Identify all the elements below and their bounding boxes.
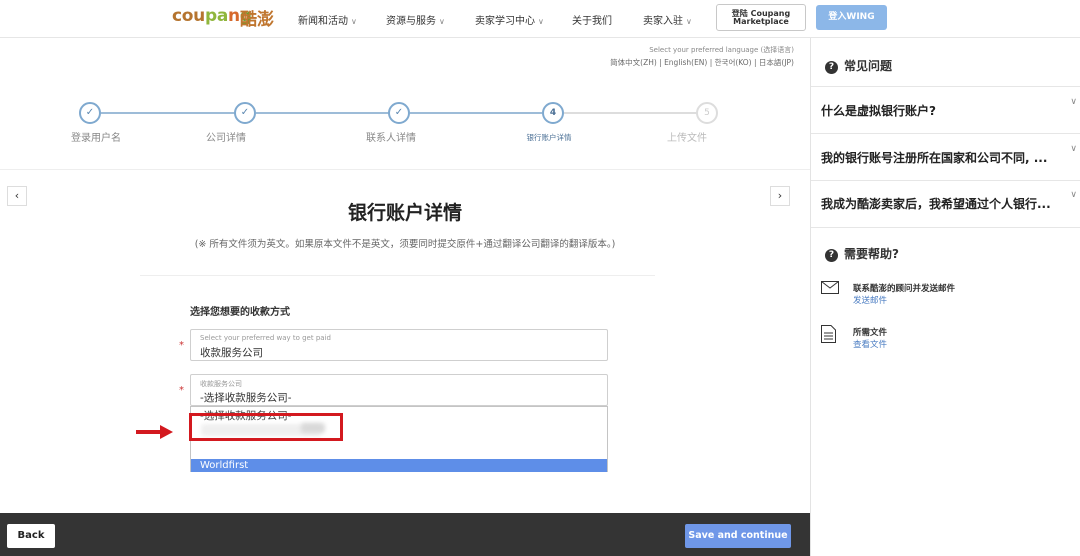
nav-label: 卖家入驻 [643, 16, 683, 27]
step-4-marker: 4 [542, 102, 564, 124]
stepper-line [410, 112, 542, 114]
step-2-label: 公司详情 [206, 133, 246, 144]
help-documents-title: 所需文件 [853, 328, 888, 338]
nav-label: 卖家学习中心 [475, 16, 535, 27]
payment-method-select[interactable]: Select your preferred way to get paid 收款… [190, 329, 608, 361]
faq-question: 我的银行账号注册所在国家和公司不同, ... [821, 151, 1048, 165]
required-marker: * [179, 385, 184, 396]
step-5-label: 上传文件 [667, 133, 707, 144]
field-label: 收款服务公司 [200, 380, 242, 388]
language-links[interactable]: 简体中文(ZH) | English(EN) | 한국어(KO) | 日本語(J… [610, 57, 794, 68]
language-hint: Select your preferred language (选择语言) [649, 46, 794, 54]
step-4-label: 银行账户详情 [526, 133, 572, 142]
faq-question: 什么是虚拟银行账户? [821, 104, 936, 118]
heading-text: 需要帮助? [844, 247, 899, 261]
nav-label: 资源与服务 [386, 16, 436, 27]
section-heading: 选择您想要的收款方式 [190, 307, 290, 318]
nav-news-events[interactable]: 新闻和活动 ∨ [298, 12, 357, 27]
step-1-check-icon: ✓ [79, 102, 101, 124]
divider [0, 169, 810, 170]
step-3-check-icon: ✓ [388, 102, 410, 124]
save-continue-button[interactable]: Save and continue [685, 524, 791, 548]
chevron-down-icon: ∨ [538, 17, 544, 26]
coupang-logo-chinese: 酷澎 [240, 10, 274, 30]
chevron-down-icon: ∨ [439, 17, 445, 26]
chevron-down-icon: ∨ [1070, 190, 1077, 200]
top-navigation: coupang 酷澎 新闻和活动 ∨ 资源与服务 ∨ 卖家学习中心 ∨ 关于我们 卖家… [0, 0, 1080, 38]
back-button[interactable]: Back [7, 524, 55, 548]
page-title: 银行账户详情 [347, 202, 462, 224]
field-value: -选择收款服务公司- [200, 392, 292, 404]
login-wing-button[interactable]: 登入WING [816, 5, 887, 30]
main-content: Select your preferred language (选择语言) 简体… [0, 38, 810, 513]
field-label: Select your preferred way to get paid [200, 334, 331, 342]
question-icon: ? [825, 249, 838, 262]
nav-about-us[interactable]: 关于我们 [572, 12, 612, 27]
divider [811, 227, 1080, 228]
page-subtitle: (※ 所有文件须为英文。如果原本文件不是英文，须要同时提交原件+通过翻译公司翻译… [194, 239, 616, 250]
send-email-link[interactable]: 发送邮件 [853, 294, 887, 306]
faq-question: 我成为酷澎卖家后，我希望通过个人银行... [821, 197, 1051, 211]
faq-item[interactable]: 我的银行账号注册所在国家和公司不同, ... ∨ [811, 133, 1080, 180]
button-label: Marketplace [733, 17, 789, 26]
login-coupang-marketplace-button[interactable]: 登陆 Coupang Marketplace [716, 4, 806, 31]
faq-item[interactable]: 我成为酷澎卖家后，我希望通过个人银行... ∨ [811, 180, 1080, 227]
chevron-down-icon: ∨ [351, 17, 357, 26]
step-3-label: 联系人详情 [366, 133, 416, 144]
logo-part: n [228, 6, 240, 26]
document-icon [821, 325, 836, 343]
nav-seller-learning[interactable]: 卖家学习中心 ∨ [475, 12, 544, 27]
faq-heading: ? 常见问题 [825, 57, 892, 74]
chevron-down-icon: ∨ [1070, 144, 1077, 154]
step-1-label: 登录用户名 [71, 133, 121, 144]
mail-icon [821, 281, 839, 294]
view-documents-link[interactable]: 查看文件 [853, 338, 887, 350]
nav-label: 关于我们 [572, 16, 612, 27]
nav-label: 新闻和活动 [298, 16, 348, 27]
logo-part: pa [204, 6, 229, 26]
step-5-marker: 5 [696, 102, 718, 124]
faq-item[interactable]: 什么是虚拟银行账户? ∨ [811, 86, 1080, 133]
question-icon: ? [825, 61, 838, 74]
dropdown-option-worldfirst[interactable]: Worldfirst [191, 459, 607, 472]
help-sidebar: ? 常见问题 什么是虚拟银行账户? ∨ 我的银行账号注册所在国家和公司不同, ..… [810, 38, 1080, 556]
payment-provider-select[interactable]: 收款服务公司 -选择收款服务公司- [190, 374, 608, 406]
divider [140, 275, 655, 276]
heading-text: 常见问题 [844, 59, 893, 73]
field-value: 收款服务公司 [200, 347, 263, 359]
help-contact-title: 联系酷澎的顾问并发送邮件 [853, 284, 956, 294]
logo-part: cou [172, 6, 205, 26]
help-heading: ? 需要帮助? [825, 245, 899, 262]
chevron-down-icon: ∨ [686, 17, 692, 26]
stepper-line [101, 112, 235, 114]
step-2-check-icon: ✓ [234, 102, 256, 124]
stepper-line [564, 112, 697, 114]
stepper-line [256, 112, 389, 114]
annotation-arrow-icon [136, 425, 173, 439]
bottom-action-bar: Back Save and continue [0, 513, 810, 556]
chevron-down-icon: ∨ [1070, 97, 1077, 107]
nav-resources-services[interactable]: 资源与服务 ∨ [386, 12, 445, 27]
required-marker: * [179, 340, 184, 351]
nav-seller-onboarding[interactable]: 卖家入驻 ∨ [643, 12, 692, 27]
annotation-highlight-box [189, 413, 343, 441]
